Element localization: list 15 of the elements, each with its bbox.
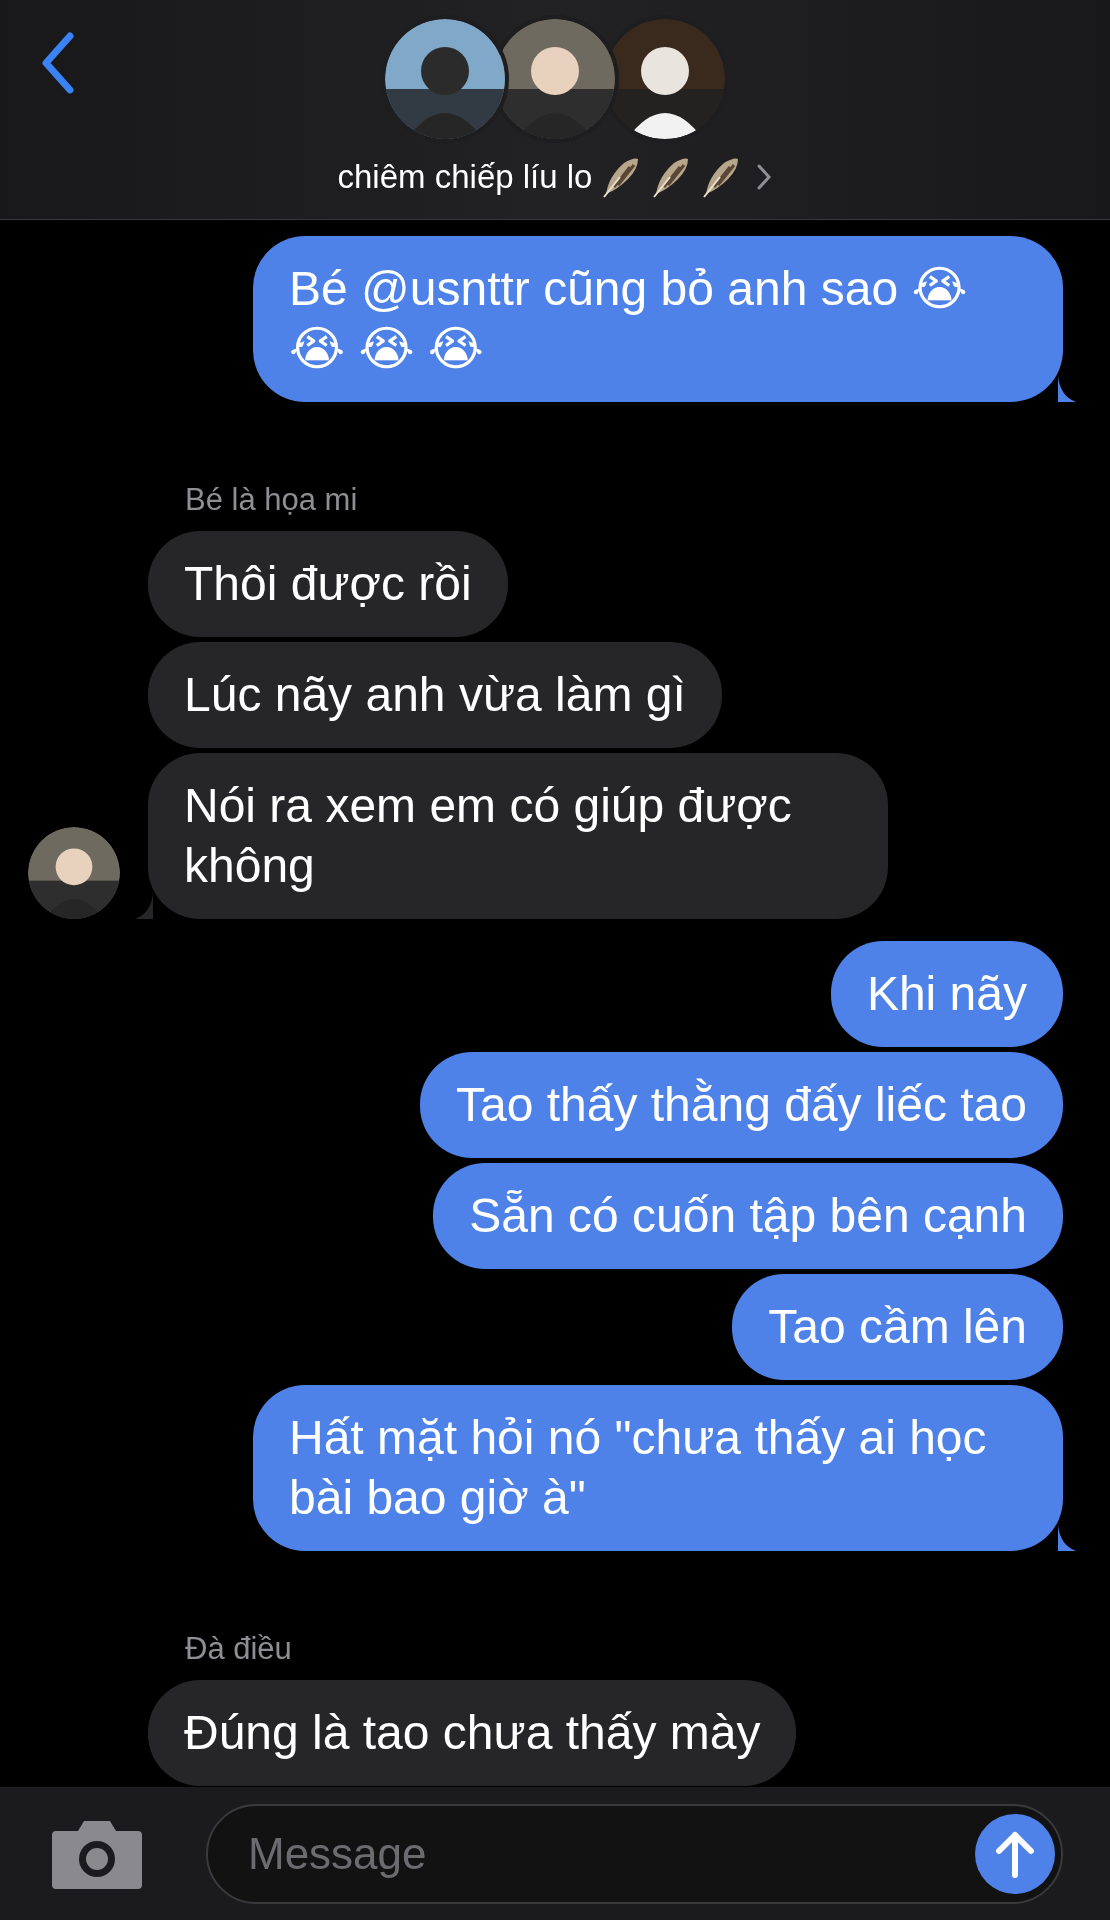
message-bubble: Khi nãy [830, 941, 1063, 1047]
message-bubble: Đúng là tao chưa thấy mày [148, 1680, 797, 1786]
message-field[interactable]: Message [206, 1803, 1063, 1904]
sender-name: Bé là họa mi [185, 482, 358, 518]
sender-name: Đà điều [185, 1631, 292, 1667]
message-bubble: Thôi được rồi [148, 531, 508, 637]
chevron-icon[interactable] [756, 163, 773, 191]
message-bubble: Lúc nãy anh vừa làm gì [148, 642, 722, 748]
message-bubble: Tao cầm lên [732, 1274, 1063, 1380]
conversation-title[interactable]: chiêm chiếp líu lo [337, 158, 593, 196]
bubble-tail [135, 893, 153, 919]
bubble-tail [1058, 1525, 1076, 1551]
message-bubble: Tao thấy thằng đấy liếc tao [419, 1052, 1063, 1158]
message-bubble: Sẵn có cuốn tập bên cạnh [433, 1163, 1063, 1269]
bubble-tail [1058, 376, 1076, 402]
